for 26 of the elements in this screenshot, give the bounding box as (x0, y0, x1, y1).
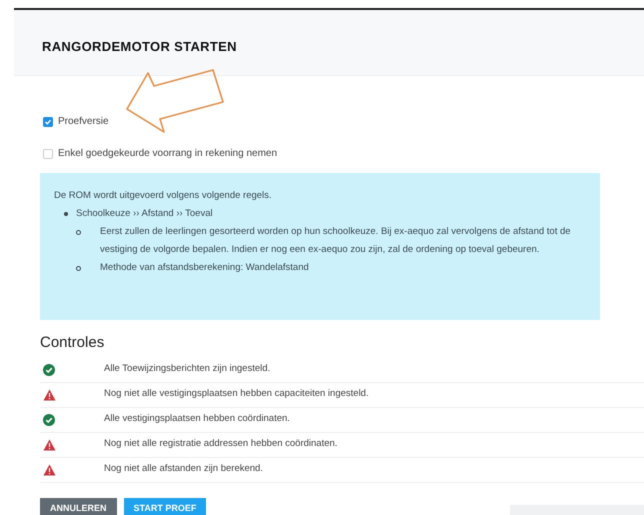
check-message: Nog niet alle afstanden zijn berekend. (104, 462, 263, 476)
warning-icon (43, 438, 56, 450)
check-message: Alle Toewijzingsberichten zijn ingesteld. (104, 362, 270, 376)
warning-icon (43, 388, 56, 400)
cancel-button[interactable]: ANNULEREN (40, 498, 117, 515)
checkbox[interactable] (43, 148, 53, 158)
rule-detail: Eerst zullen de leerlingen gesorteerd worden op hun schoolkeuze. Bij ex-aequo zal vervolgens de afstand tot de vestiging de volgorde bepalen. Indien er nog een ex-aequo zou zijn, zal de ordening op toeval gebeuren. (99, 225, 572, 257)
arrow-annotation-icon (125, 68, 225, 134)
start-button[interactable]: START PROEF (124, 498, 206, 515)
checkbox-label: Proefversie (58, 115, 109, 129)
check-circle-icon (43, 414, 55, 426)
info-intro: De ROM wordt uitgevoerd volgens volgende regels. (54, 189, 273, 203)
rule-detail: Methode van afstandsberekening: Wandelafstand (99, 261, 309, 275)
bullet-icon (76, 266, 81, 271)
check-message: Nog niet alle vestigingsplaatsen hebben capaciteiten ingesteld. (104, 387, 369, 402)
check-message: Alle vestigingsplaatsen hebben coördinaten. (104, 412, 290, 426)
bullet-icon (64, 212, 68, 216)
warning-icon (43, 464, 56, 476)
checkbox[interactable] (43, 116, 53, 126)
section-heading: Controles (40, 333, 106, 353)
rule-text: Schoolkeuze ›› Afstand ›› Toeval (76, 207, 214, 221)
check-circle-icon (43, 364, 55, 376)
page-title: RANGORDEMOTOR STARTEN (42, 38, 237, 56)
checkbox-label: Enkel goedgekeurde voorrang in rekening nemen (58, 147, 278, 161)
bullet-icon (76, 230, 81, 235)
check-message: Nog niet alle registratie addressen hebben coördinaten. (104, 437, 338, 452)
